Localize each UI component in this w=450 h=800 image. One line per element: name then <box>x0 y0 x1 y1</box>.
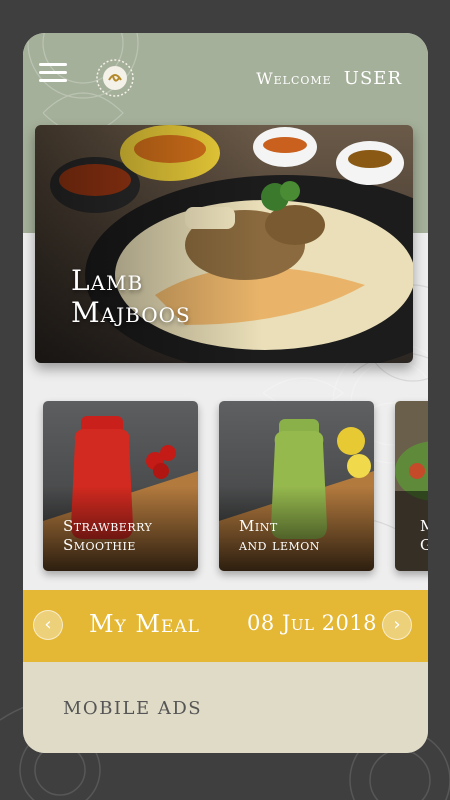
restaurant-logo-icon <box>96 59 134 97</box>
meal-date: 08 Jul 2018 <box>247 611 378 635</box>
featured-dish-title: Lamb Majboos <box>71 264 191 329</box>
ads-label: MOBILE ADS <box>63 698 203 719</box>
menu-item-strawberry-smoothie[interactable]: Strawberry Smoothie <box>43 401 198 571</box>
my-meal-title[interactable]: My Meal <box>89 610 200 638</box>
menu-item-label: Mint and lemon <box>239 517 320 554</box>
chevron-right-icon[interactable]: › <box>382 610 412 640</box>
hamburger-menu-icon[interactable] <box>39 63 67 85</box>
app-header: Welcome USER <box>23 33 428 123</box>
welcome-label: Welcome <box>256 69 332 88</box>
chevron-left-icon[interactable]: ‹ <box>33 610 63 640</box>
ads-banner[interactable]: MOBILE ADS <box>23 662 428 753</box>
menu-item-label: M G <box>420 517 428 555</box>
featured-dish-card[interactable]: Lamb Majboos <box>35 125 413 363</box>
my-meal-bar: ‹ My Meal 08 Jul 2018 › <box>23 590 428 662</box>
menu-item-partial[interactable]: M G <box>395 401 428 571</box>
welcome-message: Welcome USER <box>256 68 402 89</box>
app-screen: Welcome USER Lamb Majboos Strawberry Smo… <box>23 33 428 753</box>
menu-item-mint-lemon[interactable]: Mint and lemon <box>219 401 374 571</box>
menu-item-label: Strawberry Smoothie <box>63 517 153 554</box>
user-name[interactable]: USER <box>344 68 402 89</box>
menu-items-carousel[interactable]: Strawberry Smoothie Mint and lemon <box>43 401 428 573</box>
